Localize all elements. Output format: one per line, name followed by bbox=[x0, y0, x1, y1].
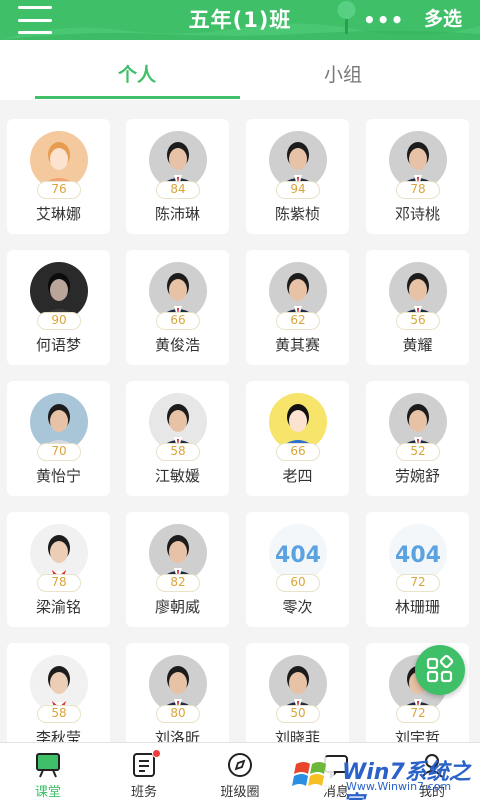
score-badge: 66 bbox=[276, 443, 320, 461]
student-card[interactable]: 58 江敏媛 bbox=[126, 381, 229, 496]
page-title: 五年(1)班 bbox=[188, 8, 292, 32]
student-card[interactable]: 66 老四 bbox=[246, 381, 349, 496]
student-name: 何语梦 bbox=[35, 336, 81, 354]
more-icon[interactable]: ••• bbox=[363, 8, 404, 32]
student-card[interactable]: 90 何语梦 bbox=[7, 250, 110, 365]
score-badge: 50 bbox=[276, 705, 320, 723]
student-card[interactable]: 78 梁渝铭 bbox=[7, 512, 110, 627]
student-name: 刘晓菲 bbox=[274, 729, 320, 742]
student-card[interactable]: 66 黄俊浩 bbox=[126, 250, 229, 365]
tab-group[interactable]: 小组 bbox=[243, 60, 443, 87]
student-name: 艾琳娜 bbox=[35, 205, 81, 223]
score-badge: 94 bbox=[276, 181, 320, 199]
student-name: 梁渝铭 bbox=[35, 598, 81, 616]
tab-personal[interactable]: 个人 bbox=[37, 60, 237, 87]
classroom-icon bbox=[36, 753, 60, 778]
score-badge: 66 bbox=[156, 312, 200, 330]
student-card[interactable]: 404 60 零次 bbox=[246, 512, 349, 627]
student-card[interactable]: 80 刘洛昕 bbox=[126, 643, 229, 742]
student-name: 黄其赛 bbox=[274, 336, 320, 354]
student-grid: 76 艾琳娜 84 陈沛琳 94 陈紫桢 78 邓诗桃 90 何语梦 66 黄俊浩 62 黄其赛 56 黄耀 7… bbox=[0, 100, 480, 742]
student-card[interactable]: 94 陈紫桢 bbox=[246, 119, 349, 234]
multi-select-button[interactable]: 多选 bbox=[424, 4, 462, 31]
student-name: 黄怡宁 bbox=[35, 467, 81, 485]
windows-logo-icon bbox=[290, 752, 334, 796]
student-card[interactable]: 56 黄耀 bbox=[366, 250, 469, 365]
student-card[interactable]: 82 廖朝威 bbox=[126, 512, 229, 627]
score-badge: 60 bbox=[276, 574, 320, 592]
nav-label: 班务 bbox=[130, 785, 157, 800]
score-badge: 76 bbox=[37, 181, 81, 199]
student-card[interactable]: 62 黄其赛 bbox=[246, 250, 349, 365]
student-card[interactable]: 404 72 林珊珊 bbox=[366, 512, 469, 627]
student-name: 黄耀 bbox=[402, 336, 433, 354]
svg-text:404: 404 bbox=[395, 543, 441, 568]
watermark-text: Win7系统之家 bbox=[342, 760, 471, 800]
score-badge: 72 bbox=[396, 574, 440, 592]
student-name: 劳婉舒 bbox=[394, 467, 440, 485]
student-name: 江敏媛 bbox=[154, 467, 200, 485]
student-card[interactable]: 50 刘晓菲 bbox=[246, 643, 349, 742]
tab-indicator bbox=[35, 96, 240, 99]
nav-label: 课堂 bbox=[34, 785, 61, 800]
student-card[interactable]: 84 陈沛琳 bbox=[126, 119, 229, 234]
student-name: 廖朝威 bbox=[154, 598, 200, 616]
top-bar: 五年(1)班 ••• 多选 bbox=[0, 0, 480, 40]
score-badge: 78 bbox=[396, 181, 440, 199]
score-badge: 82 bbox=[156, 574, 200, 592]
score-badge: 70 bbox=[37, 443, 81, 461]
student-name: 黄俊浩 bbox=[154, 336, 200, 354]
svg-text:404: 404 bbox=[275, 543, 321, 568]
score-badge: 80 bbox=[156, 705, 200, 723]
student-name: 李秋莹 bbox=[35, 729, 81, 742]
student-name: 陈紫桢 bbox=[274, 205, 320, 223]
score-badge: 58 bbox=[156, 443, 200, 461]
score-badge: 52 bbox=[396, 443, 440, 461]
score-badge: 62 bbox=[276, 312, 320, 330]
watermark: Win7系统之家 Www.Winwin7.com bbox=[282, 748, 480, 800]
nav-item-tasks[interactable]: 班务 bbox=[96, 743, 192, 800]
score-badge: 56 bbox=[396, 312, 440, 330]
score-badge: 90 bbox=[37, 312, 81, 330]
student-card[interactable]: 78 邓诗桃 bbox=[366, 119, 469, 234]
grid-apps-icon bbox=[426, 654, 454, 683]
student-card[interactable]: 52 劳婉舒 bbox=[366, 381, 469, 496]
student-name: 老四 bbox=[282, 467, 313, 485]
student-name: 刘宇哲 bbox=[394, 729, 440, 742]
tab-bar: 个人 小组 bbox=[0, 40, 480, 100]
student-card[interactable]: 70 黄怡宁 bbox=[7, 381, 110, 496]
grid-apps-button[interactable] bbox=[415, 645, 465, 695]
student-name: 刘洛昕 bbox=[154, 729, 200, 742]
student-name: 零次 bbox=[282, 598, 313, 616]
student-card[interactable]: 76 艾琳娜 bbox=[7, 119, 110, 234]
student-name: 邓诗桃 bbox=[394, 205, 440, 223]
watermark-url: Www.Winwin7.com bbox=[346, 780, 452, 793]
nav-item-classroom[interactable]: 课堂 bbox=[0, 743, 96, 800]
student-name: 陈沛琳 bbox=[154, 205, 200, 223]
compass-icon bbox=[228, 753, 252, 777]
score-badge: 58 bbox=[37, 705, 81, 723]
nav-item-class-circle[interactable]: 班级圈 bbox=[192, 743, 288, 800]
student-card[interactable]: 58 李秋莹 bbox=[7, 643, 110, 742]
nav-label: 班级圈 bbox=[220, 785, 260, 800]
score-badge: 84 bbox=[156, 181, 200, 199]
score-badge: 72 bbox=[396, 705, 440, 723]
score-badge: 78 bbox=[37, 574, 81, 592]
student-name: 林珊珊 bbox=[394, 598, 440, 616]
notification-badge bbox=[152, 749, 161, 758]
